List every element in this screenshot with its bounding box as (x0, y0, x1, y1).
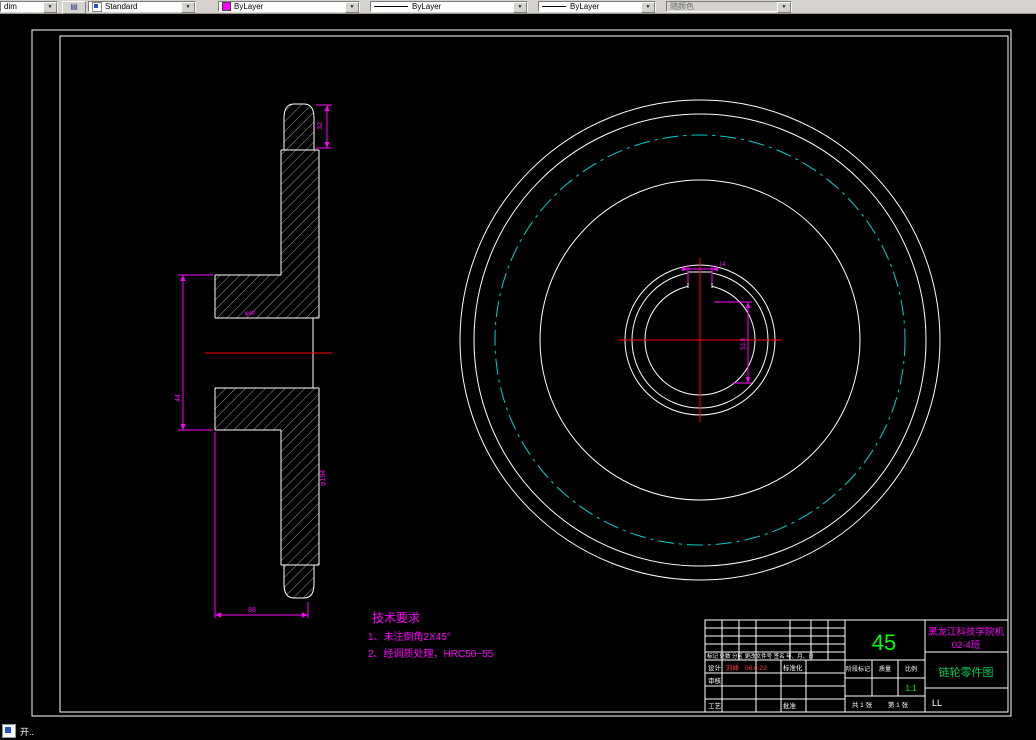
scale-label: 比例 (905, 665, 917, 673)
material-designation: 45 (872, 630, 896, 655)
tech-req-title: 技术要求 (372, 611, 420, 625)
disc-dia-dim-text: φ194 (320, 470, 327, 486)
sheets-total: 共 1 张 (852, 700, 873, 709)
part-name: 链轮零件图 (939, 665, 994, 679)
tooth-width-dim-text: 32 (317, 122, 324, 130)
chevron-down-icon[interactable]: ▼ (777, 2, 791, 13)
approve-label: 批准 (783, 701, 797, 710)
scale-value: 1:1 (905, 684, 917, 693)
keyway-width-dim-text: 14 (719, 262, 726, 268)
front-view (459, 99, 941, 581)
make-object-layer-current-button[interactable]: ▤ (62, 1, 86, 14)
chevron-down-icon[interactable]: ▼ (181, 2, 195, 13)
stage-label: 阶段标记 (846, 665, 870, 673)
taskbar-item-label: 开.. (20, 726, 35, 737)
school-name: 黑龙江科技学院机 (928, 626, 1005, 638)
sheet-number: 第 1 张 (888, 700, 909, 709)
window-icon (2, 724, 16, 738)
layer-combo-value: dim (4, 2, 17, 11)
keyway-depth-dim-text: 53.8 (741, 338, 747, 350)
disc-lower-hatch (281, 388, 319, 565)
title-block: 标记 处数 分区 更改文件号 签名 年、月、日 设计 刘峰 06.6.22 标准… (704, 619, 1009, 713)
text-style-value: Standard (105, 2, 138, 11)
section-view (205, 103, 332, 599)
revision-header: 标记 处数 分区 更改文件号 签名 年、月、日 (707, 652, 814, 660)
linetype-preview-icon (374, 6, 408, 7)
design-label: 设计 (708, 663, 722, 672)
designer-name: 刘峰 (726, 663, 740, 672)
standardization-label: 标准化 (783, 663, 803, 672)
layers-icon: ▤ (70, 2, 78, 11)
bore-dia-dim-text: φ40 (245, 311, 256, 317)
layer-combo[interactable]: dim ▼ (0, 1, 58, 13)
tech-req-item-1: 1、未注倒角2X45° (368, 630, 451, 643)
color-value: ByLayer (234, 2, 264, 11)
lineweight-preview-icon (542, 6, 566, 7)
tooth-bottom-hatch (283, 564, 315, 599)
hub-lower-hatch (215, 388, 281, 430)
plot-style-value: 随颜色 (670, 2, 694, 11)
tooth-top-hatch (283, 103, 315, 151)
weight-label: 质量 (879, 665, 891, 673)
lineweight-combo[interactable]: ByLayer ▼ (538, 1, 656, 13)
inner-border (59, 35, 1009, 713)
design-date: 06.6.22 (745, 665, 767, 672)
chevron-down-icon[interactable]: ▼ (641, 2, 655, 13)
lineweight-value: ByLayer (570, 2, 600, 11)
chevron-down-icon[interactable]: ▼ (43, 2, 57, 13)
process-label: 工艺 (708, 702, 722, 710)
class-number: 02-4班 (952, 639, 981, 651)
technical-requirements: 技术要求 1、未注倒角2X45° 2、经调质处理，HRC50~55 (368, 611, 494, 660)
color-combo[interactable]: ByLayer ▼ (218, 1, 360, 13)
disc-upper-hatch (281, 150, 319, 318)
style-icon (92, 1, 102, 12)
tech-req-item-2: 2、经调质处理，HRC50~55 (368, 647, 494, 660)
cad-application-window: dim ▼ ▤ Standard ▼ ByLayer ▼ ByLayer ▼ B… (0, 0, 1036, 740)
taskbar-item[interactable]: 开.. (2, 724, 34, 738)
object-properties-toolbar: dim ▼ ▤ Standard ▼ ByLayer ▼ ByLayer ▼ B… (0, 0, 1036, 14)
text-style-combo[interactable]: Standard ▼ (88, 1, 196, 13)
hub-width-dim-text: 88 (248, 607, 256, 614)
color-swatch-icon (222, 2, 231, 11)
chevron-down-icon[interactable]: ▼ (345, 2, 359, 13)
outer-border (31, 29, 1012, 717)
chevron-down-icon[interactable]: ▼ (513, 2, 527, 13)
signature-initials: LL (932, 698, 942, 708)
drawing-canvas[interactable]: 44 88 32 φ40 φ194 14 53.8 技术要求 1、未注倒角2X4… (0, 0, 1036, 740)
audit-label: 审核 (708, 676, 722, 685)
drawing-frame (31, 29, 1012, 717)
plot-style-combo[interactable]: 随颜色 ▼ (666, 1, 792, 13)
linetype-combo[interactable]: ByLayer ▼ (370, 1, 528, 13)
hub-length-dim-text: 44 (175, 394, 182, 402)
linetype-value: ByLayer (412, 2, 442, 11)
